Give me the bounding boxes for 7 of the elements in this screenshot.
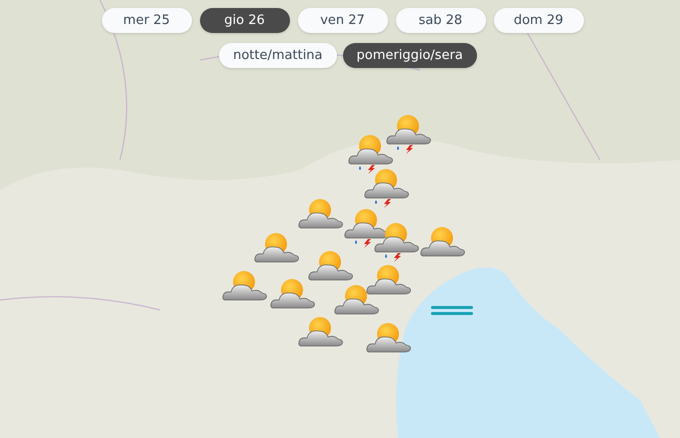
day-tab[interactable]: ven 27	[298, 8, 388, 33]
period-tab[interactable]: pomeriggio/sera	[342, 43, 477, 68]
period-tab[interactable]: notte/mattina	[219, 43, 337, 68]
day-tab[interactable]: sab 28	[396, 8, 486, 33]
day-tab[interactable]: mer 25	[102, 8, 192, 33]
day-tab[interactable]: gio 26	[200, 8, 290, 33]
day-tab[interactable]: dom 29	[494, 8, 584, 33]
